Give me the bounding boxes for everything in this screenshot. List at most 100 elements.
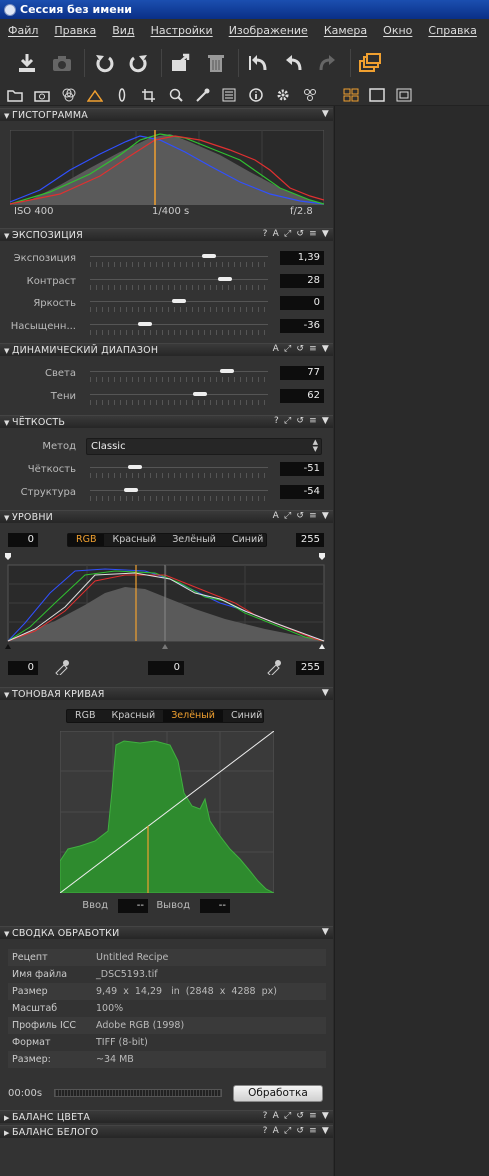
- menu-arrow-icon[interactable]: ▼: [322, 1111, 329, 1121]
- levels-input-high[interactable]: 255: [296, 533, 324, 547]
- tone-curve-header[interactable]: ▼ ТОНОВАЯ КРИВАЯ ▼: [0, 687, 333, 700]
- menu-arrow-icon[interactable]: ▼: [322, 927, 329, 937]
- clarity-value-0[interactable]: -51: [280, 462, 324, 476]
- clarity-slider-handle-0[interactable]: [127, 465, 142, 469]
- clarity-value-1[interactable]: -54: [280, 484, 324, 499]
- exposure-slider-track-0[interactable]: [90, 256, 268, 257]
- grid-view-icon[interactable]: [340, 86, 362, 104]
- menu-camera[interactable]: Камера: [316, 24, 375, 37]
- reset-icon[interactable]: ↺: [296, 416, 304, 426]
- levels-channel-blue[interactable]: Синий: [224, 534, 271, 546]
- rotate-right-icon[interactable]: [126, 50, 152, 76]
- presets-icon[interactable]: ≡: [309, 1111, 317, 1121]
- summary-header[interactable]: ▼ СВОДКА ОБРАБОТКИ ▼: [0, 926, 333, 939]
- menu-arrow-icon[interactable]: ▼: [322, 109, 329, 119]
- black-eyedropper-icon[interactable]: [54, 659, 70, 678]
- copy-icon[interactable]: ⤢: [284, 416, 291, 426]
- menu-arrow-icon[interactable]: ▼: [322, 511, 329, 521]
- copy-icon[interactable]: ⤢: [284, 511, 291, 521]
- menu-arrow-icon[interactable]: ▼: [322, 344, 329, 354]
- help-icon[interactable]: ?: [263, 229, 268, 239]
- workspace-icon[interactable]: [357, 50, 383, 76]
- levels-output-mid[interactable]: 0: [148, 661, 184, 675]
- lens-icon[interactable]: [111, 86, 133, 104]
- exposure-slider-handle-1[interactable]: [218, 276, 233, 281]
- levels-output-high[interactable]: 255: [296, 661, 324, 675]
- reset-icon[interactable]: ↺: [296, 1111, 304, 1121]
- folder-icon[interactable]: [4, 86, 26, 104]
- exposure-header[interactable]: ▼ ЭКСПОЗИЦИЯ ? A ⤢ ↺ ≡ ▼: [0, 228, 333, 241]
- menu-arrow-icon[interactable]: ▼: [322, 229, 329, 239]
- exposure-value-0[interactable]: 1,39: [280, 251, 324, 265]
- dynamic-range-header[interactable]: ▼ ДИНАМИЧЕСКИЙ ДИАПАЗОН A ⤢ ↺ ≡ ▼: [0, 343, 333, 356]
- batch-icon[interactable]: [299, 86, 321, 104]
- adjustments-icon[interactable]: [192, 86, 214, 104]
- help-icon[interactable]: ?: [263, 1111, 268, 1121]
- dynamic-range-value-1[interactable]: 62: [280, 388, 324, 403]
- histogram-header[interactable]: ▼ ГИСТОГРАММА ▼: [0, 108, 333, 121]
- auto-icon[interactable]: A: [273, 511, 279, 521]
- curve-channel-rgb[interactable]: RGB: [67, 710, 103, 722]
- copy-icon[interactable]: ⤢: [284, 344, 291, 354]
- camera-icon[interactable]: [49, 50, 75, 76]
- settings-icon[interactable]: [272, 86, 294, 104]
- undo-step-icon[interactable]: [280, 50, 306, 76]
- menu-arrow-icon[interactable]: ▼: [322, 416, 329, 426]
- auto-icon[interactable]: A: [273, 1111, 279, 1121]
- method-select[interactable]: Classic ▲ ▼: [86, 438, 322, 455]
- menu-help[interactable]: Справка: [420, 24, 484, 37]
- auto-icon[interactable]: A: [273, 344, 279, 354]
- exposure-slider-track-1[interactable]: [90, 278, 268, 280]
- help-icon[interactable]: ?: [274, 416, 279, 426]
- exposure-slider-handle-3[interactable]: [138, 321, 153, 326]
- presets-icon[interactable]: ≡: [309, 511, 317, 521]
- menu-view[interactable]: Вид: [104, 24, 142, 37]
- menu-settings[interactable]: Настройки: [143, 24, 221, 37]
- import-icon[interactable]: [14, 50, 40, 76]
- exposure-value-1[interactable]: 28: [280, 273, 324, 288]
- undo-icon[interactable]: [245, 50, 271, 76]
- color-icon[interactable]: [58, 86, 80, 104]
- clarity-slider-track-0[interactable]: [90, 467, 268, 468]
- curve-output-value[interactable]: --: [200, 899, 230, 913]
- details-icon[interactable]: [165, 86, 187, 104]
- exposure-value-2[interactable]: 0: [280, 296, 324, 310]
- color-balance-header[interactable]: ▶ БАЛАНС ЦВЕТА ? A ⤢ ↺ ≡ ▼: [0, 1110, 333, 1123]
- levels-input-low[interactable]: 0: [8, 533, 38, 547]
- crop-icon[interactable]: [138, 86, 160, 104]
- levels-channel-red[interactable]: Красный: [104, 534, 164, 546]
- copy-icon[interactable]: ⤢: [284, 1111, 291, 1121]
- curve-input-value[interactable]: --: [118, 899, 148, 913]
- dynamic-range-slider-track-0[interactable]: [90, 371, 268, 372]
- presets-icon[interactable]: ≡: [309, 229, 317, 239]
- dynamic-range-value-0[interactable]: 77: [280, 366, 324, 380]
- presets-icon[interactable]: ≡: [309, 344, 317, 354]
- levels-channel-green[interactable]: Зелёный: [164, 534, 224, 546]
- clarity-slider-track-1[interactable]: [90, 489, 268, 491]
- white-eyedropper-icon[interactable]: [266, 659, 282, 678]
- dynamic-range-slider-track-1[interactable]: [90, 393, 268, 395]
- presets-icon[interactable]: ≡: [309, 1126, 317, 1136]
- curve-channel-green[interactable]: Зелёный: [163, 710, 223, 722]
- help-icon[interactable]: ?: [263, 1126, 268, 1136]
- menu-arrow-icon[interactable]: ▼: [322, 688, 329, 698]
- process-button[interactable]: Обработка: [233, 1085, 323, 1102]
- single-view-icon[interactable]: [366, 86, 388, 104]
- reset-icon[interactable]: ↺: [296, 1126, 304, 1136]
- metadata-icon[interactable]: [218, 86, 240, 104]
- export-icon[interactable]: [168, 50, 194, 76]
- reset-icon[interactable]: ↺: [296, 229, 304, 239]
- auto-icon[interactable]: A: [273, 229, 279, 239]
- white-balance-header[interactable]: ▶ БАЛАНС БЕЛОГО ? A ⤢ ↺ ≡ ▼: [0, 1125, 333, 1138]
- levels-output-low[interactable]: 0: [8, 661, 38, 675]
- menu-file[interactable]: Файл: [0, 24, 46, 37]
- clarity-slider-handle-1[interactable]: [123, 487, 138, 492]
- exposure-value-3[interactable]: -36: [280, 318, 324, 333]
- levels-header[interactable]: ▼ УРОВНИ A ⤢ ↺ ≡ ▼: [0, 510, 333, 523]
- trash-icon[interactable]: [203, 50, 229, 76]
- tone-curve-chart[interactable]: [60, 731, 274, 893]
- curve-channel-blue[interactable]: Синий: [223, 710, 270, 722]
- exposure-slider-handle-0[interactable]: [202, 254, 217, 258]
- menu-edit[interactable]: Правка: [46, 24, 104, 37]
- menu-window[interactable]: Окно: [375, 24, 420, 37]
